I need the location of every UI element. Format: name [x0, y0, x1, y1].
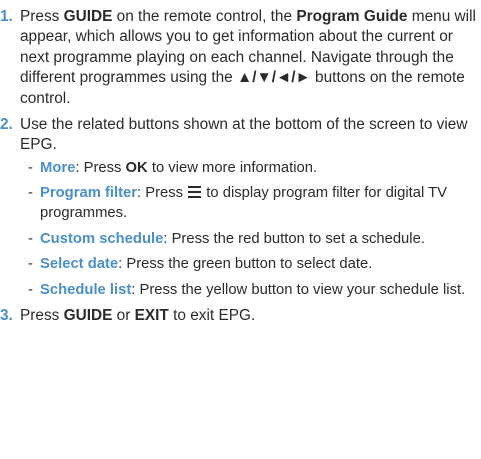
- button-list: - More: Press OK to view more information…: [20, 159, 481, 301]
- exit-key-label: EXIT: [134, 307, 169, 325]
- step-2: 2. Use the related buttons shown at the …: [0, 115, 481, 300]
- option-term: More: [40, 159, 76, 176]
- guide-key-label: GUIDE: [63, 8, 113, 25]
- step-text: Use the related buttons shown at the bot…: [20, 116, 468, 154]
- menu-icon: [188, 186, 202, 199]
- step-number: 2.: [0, 116, 13, 134]
- text-run: : Press the green button to select date.: [118, 256, 373, 273]
- text-run: : Press the red button to set a schedule…: [163, 230, 425, 247]
- step-text: Press GUIDE on the remote control, the P…: [20, 8, 476, 107]
- text-run: to view more information.: [147, 159, 318, 176]
- text-run: Press: [20, 307, 64, 325]
- list-item-more: - More: Press OK to view more information…: [28, 159, 318, 176]
- text-run: : Press: [75, 159, 126, 176]
- step-text: Press GUIDE or EXIT to exit EPG.: [20, 307, 255, 324]
- step-1: 1. Press GUIDE on the remote control, th…: [0, 7, 481, 109]
- list-item-custom-schedule: - Custom schedule: Press the red button t…: [28, 230, 425, 247]
- text-run: : Press: [137, 185, 188, 202]
- manual-page: 1. Press GUIDE on the remote control, th…: [0, 0, 481, 459]
- program-guide-label: Program Guide: [296, 8, 408, 25]
- text-run: or: [112, 307, 135, 325]
- text-run: on the remote control, the: [112, 8, 297, 25]
- list-item-select-date: - Select date: Press the green button to …: [28, 256, 373, 273]
- list-item-program-filter: - Program filter: Press to display progra…: [28, 185, 447, 222]
- text-run: Press: [20, 8, 64, 25]
- step-number: 1.: [0, 8, 13, 25]
- option-term: Program filter: [40, 185, 138, 202]
- option-term: Select date: [40, 256, 119, 273]
- instruction-steps: 1. Press GUIDE on the remote control, th…: [0, 7, 481, 333]
- text-run: to exit EPG.: [168, 307, 256, 325]
- guide-key-label: GUIDE: [63, 307, 113, 325]
- option-term: Schedule list: [40, 281, 132, 298]
- step-number: 3.: [0, 307, 13, 325]
- arrow-keys-label: ▲/▼/◄/►: [237, 69, 311, 87]
- ok-key-label: OK: [125, 159, 148, 176]
- list-item-schedule-list: - Schedule list: Press the yellow button …: [28, 281, 466, 298]
- option-term: Custom schedule: [40, 230, 164, 247]
- text-run: : Press the yellow button to view your s…: [131, 281, 466, 298]
- step-3: 3. Press GUIDE or EXIT to exit EPG.: [0, 306, 481, 326]
